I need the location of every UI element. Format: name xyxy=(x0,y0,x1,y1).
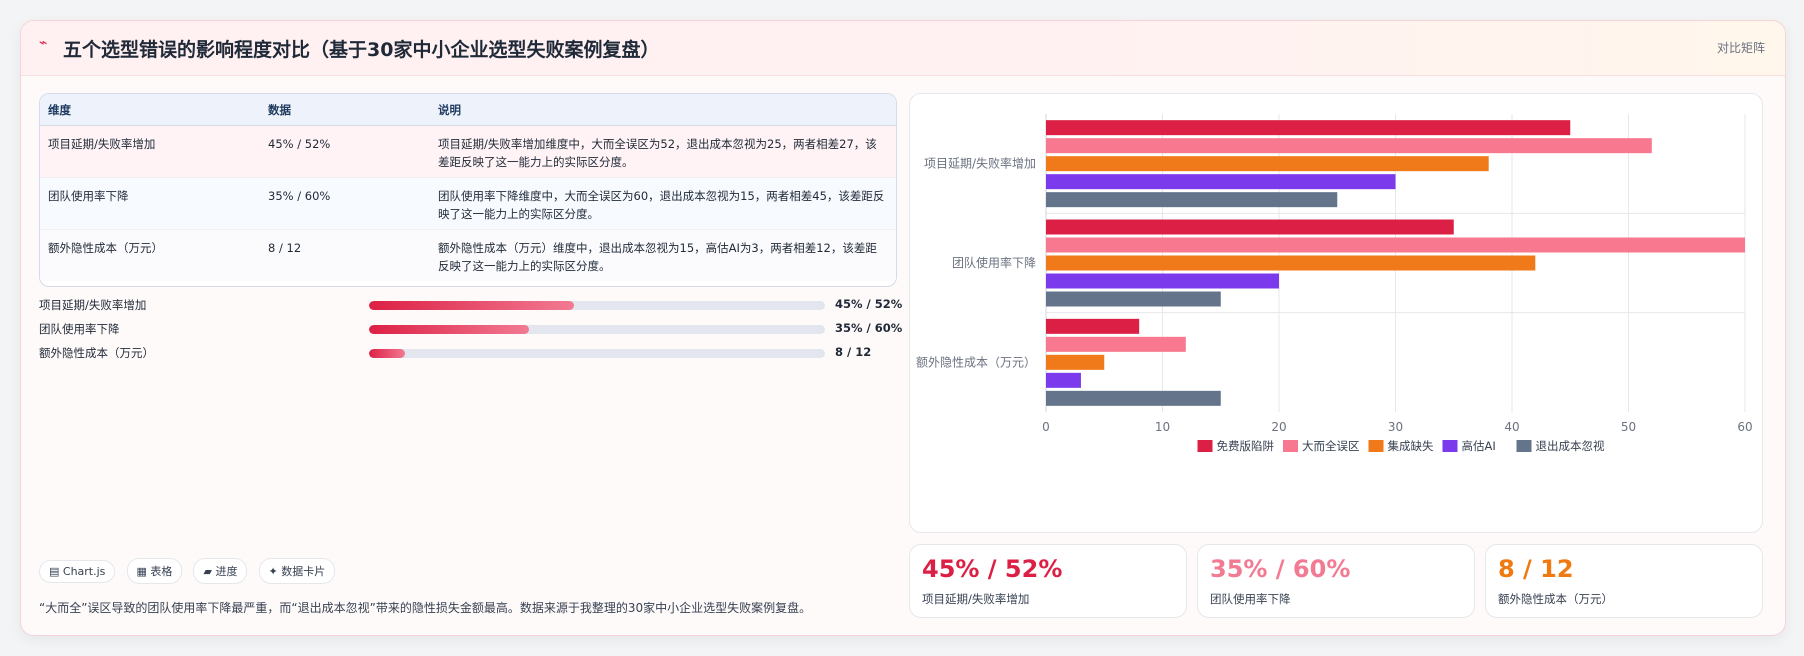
chip-label: 表格 xyxy=(150,565,173,578)
bar-3-1 xyxy=(1046,273,1279,289)
chip-label: 数据卡片 xyxy=(281,565,326,578)
table-cell-dimension: 团队使用率下降 xyxy=(40,177,260,230)
bar-3-2 xyxy=(1046,372,1081,388)
table-row: 项目延期/失败率增加 45% / 52% 项目延期/失败率增加维度中，大而全误区… xyxy=(40,125,896,178)
legend-label: 免费版陷阱 xyxy=(1217,439,1275,453)
category-label: 额外隐性成本（万元） xyxy=(916,355,1036,369)
stat-card: 35% / 60% 团队使用率下降 xyxy=(1197,544,1475,618)
progress-label: 额外隐性成本（万元） xyxy=(39,346,154,360)
progress-track xyxy=(369,349,825,358)
progress-label: 项目延期/失败率增加 xyxy=(39,298,147,312)
bar-4-2 xyxy=(1046,390,1221,406)
table-row: 额外隐性成本（万元） 8 / 12 额外隐性成本（万元）维度中，退出成本忽视为1… xyxy=(40,229,896,281)
chip-label: Chart.js xyxy=(62,565,106,578)
legend-swatch xyxy=(1197,440,1213,452)
progress-row: 项目延期/失败率增加 45% / 52% xyxy=(39,295,902,315)
stat-card: 45% / 52% 项目延期/失败率增加 xyxy=(909,544,1187,618)
bar-0-0 xyxy=(1046,120,1571,136)
stat-value: 8 / 12 xyxy=(1498,555,1574,583)
progress-value: 8 / 12 xyxy=(835,345,872,359)
x-tick-label: 10 xyxy=(1155,420,1170,434)
stat-label: 项目延期/失败率增加 xyxy=(922,592,1030,606)
stat-value: 45% / 52% xyxy=(922,555,1063,583)
table-cell-note: 额外隐性成本（万元）维度中，退出成本忽视为15，高估AI为3，两者相差12，该差… xyxy=(430,229,896,281)
chart-card: ⌁ 五个选型错误的影响程度对比（基于30家中小企业选型失败案例复盘） 对比矩阵 … xyxy=(20,20,1786,636)
stat-value: 35% / 60% xyxy=(1210,555,1351,583)
legend-swatch xyxy=(1368,440,1384,452)
data-table: 维度 数据 说明 项目延期/失败率增加 45% / 52% 项目延期/失败率增加… xyxy=(39,93,897,287)
progress-track xyxy=(369,301,825,310)
table-cell-data: 45% / 52% xyxy=(260,125,430,178)
bar-2-2 xyxy=(1046,354,1105,370)
table-cell-data: 8 / 12 xyxy=(260,229,430,281)
stat-label: 团队使用率下降 xyxy=(1210,592,1291,606)
progress-fill xyxy=(369,349,406,358)
legend-swatch xyxy=(1283,440,1298,452)
legend-label: 退出成本忽视 xyxy=(1536,439,1605,453)
x-tick-label: 50 xyxy=(1621,420,1636,434)
legend-swatch xyxy=(1442,440,1458,452)
bar-0-2 xyxy=(1046,318,1140,334)
bar-2-1 xyxy=(1046,255,1536,271)
x-tick-label: 20 xyxy=(1271,420,1286,434)
progress-value: 35% / 60% xyxy=(835,321,903,335)
bar-1-0 xyxy=(1046,138,1652,154)
bar-1-1 xyxy=(1046,237,1745,253)
chart-title-icon: ⌁ xyxy=(39,35,48,51)
table-row: 团队使用率下降 35% / 60% 团队使用率下降维度中，大而全误区为60，退出… xyxy=(40,177,896,230)
x-tick-label: 30 xyxy=(1388,420,1403,434)
bar-0-1 xyxy=(1046,219,1454,235)
stat-card: 8 / 12 额外隐性成本（万元） xyxy=(1485,544,1763,618)
progress-label: 团队使用率下降 xyxy=(39,322,120,336)
bar-4-1 xyxy=(1046,291,1221,307)
progress-row: 额外隐性成本（万元） 8 / 12 xyxy=(39,343,895,363)
progress-fill xyxy=(369,325,529,334)
chip-datacard[interactable]: ✦ 数据卡片 xyxy=(258,558,336,584)
feature-chips: ▤ Chart.js ▦ 表格 ▰ 进度 ✦ 数据卡片 xyxy=(39,558,341,584)
bar-chart: 0 10 20 30 40 50 60 项目延期/失败率增加团队使用率下降额外隐性成本（万元）… xyxy=(916,114,1753,453)
progress-value: 45% / 52% xyxy=(835,297,903,311)
table-cell-note: 团队使用率下降维度中，大而全误区为60，退出成本忽视为15，两者相差45，该差距… xyxy=(430,177,896,230)
chip-label: 进度 xyxy=(215,565,238,578)
category-label: 项目延期/失败率增加 xyxy=(924,156,1036,171)
progress-row: 团队使用率下降 35% / 60% xyxy=(39,319,902,339)
legend-label: 高估AI xyxy=(1462,439,1496,453)
table-cell-dimension: 项目延期/失败率增加 xyxy=(40,125,260,178)
x-tick-label: 60 xyxy=(1737,420,1752,434)
chip-progress[interactable]: ▰ 进度 xyxy=(193,558,248,584)
category-label: 团队使用率下降 xyxy=(952,255,1036,270)
card-header: ⌁ 五个选型错误的影响程度对比（基于30家中小企业选型失败案例复盘） 对比矩阵 xyxy=(21,21,1785,76)
x-tick-label: 40 xyxy=(1504,420,1519,434)
table-header-note: 说明 xyxy=(430,94,896,126)
x-tick-label: 0 xyxy=(1042,420,1050,434)
stat-label: 额外隐性成本（万元） xyxy=(1498,592,1613,606)
table-cell-data: 35% / 60% xyxy=(260,177,430,230)
table-cell-dimension: 额外隐性成本（万元） xyxy=(40,229,260,281)
progress-track xyxy=(369,325,825,334)
table-header-data: 数据 xyxy=(260,94,430,126)
bar-1-2 xyxy=(1046,336,1186,352)
legend-swatch xyxy=(1516,440,1532,452)
table-header-dimension: 维度 xyxy=(40,94,260,126)
footnote: “大而全”误区导致的团队使用率下降最严重，而“退出成本忽视”带来的隐性损失金额最… xyxy=(39,601,812,615)
table-cell-note: 项目延期/失败率增加维度中，大而全误区为52，退出成本忽视为25，两者相差27，… xyxy=(430,125,896,178)
bar-3-0 xyxy=(1046,174,1396,190)
chart-panel: 0 10 20 30 40 50 60 项目延期/失败率增加团队使用率下降额外隐性成本（万元）… xyxy=(909,93,1763,533)
chip-chartjs[interactable]: ▤ Chart.js xyxy=(39,560,116,583)
view-tag: 对比矩阵 xyxy=(1716,41,1765,55)
bar-2-0 xyxy=(1046,156,1489,172)
chip-table[interactable]: ▦ 表格 xyxy=(126,558,183,584)
progress-fill xyxy=(369,301,575,310)
page-title: 五个选型错误的影响程度对比（基于30家中小企业选型失败案例复盘） xyxy=(63,39,660,61)
bar-4-0 xyxy=(1046,192,1338,208)
legend-label: 集成缺失 xyxy=(1388,439,1434,453)
legend-label: 大而全误区 xyxy=(1302,439,1360,453)
